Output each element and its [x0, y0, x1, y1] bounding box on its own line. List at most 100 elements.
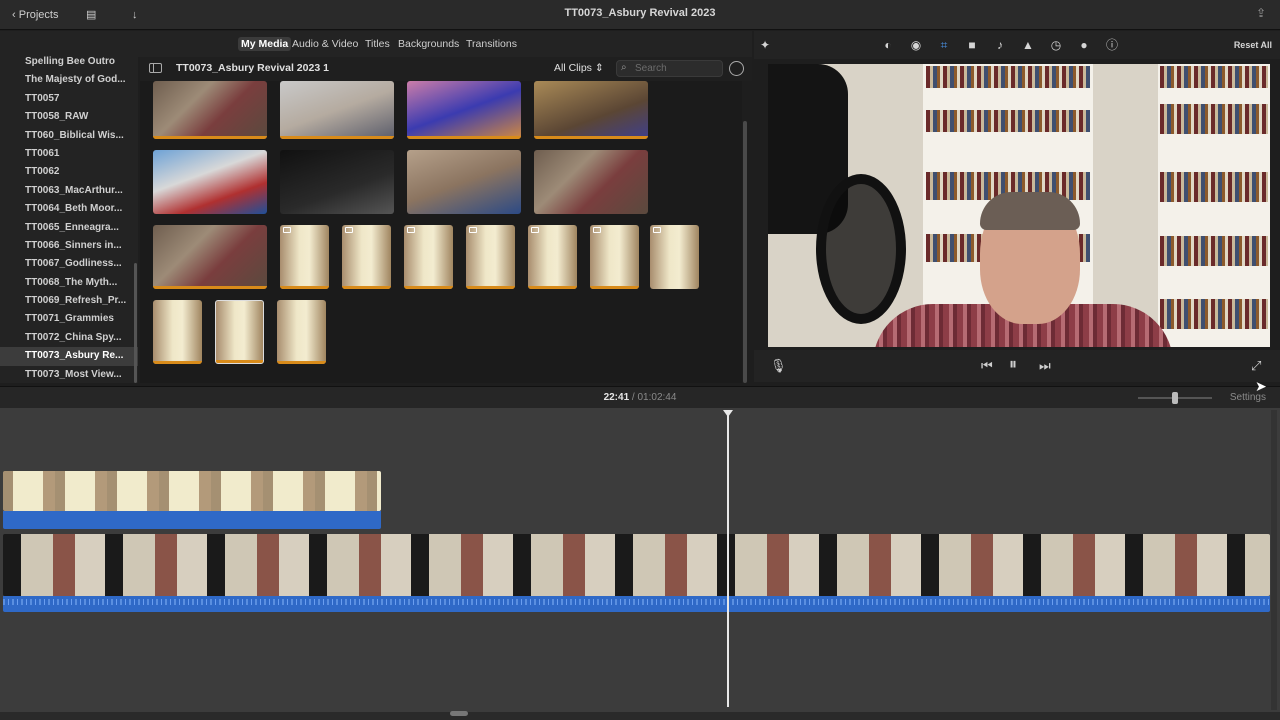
timeline-bottom-bar — [0, 712, 1280, 720]
zoom-slider-knob[interactable] — [1172, 392, 1178, 404]
current-time: 22:41 — [603, 392, 630, 403]
camera-icon — [593, 227, 601, 233]
library-item[interactable]: TT0067_Godliness... — [0, 255, 138, 273]
media-thumbnail[interactable] — [153, 81, 267, 139]
sidebar-toggle-icon[interactable] — [149, 63, 162, 73]
media-thumbnail[interactable] — [650, 225, 699, 289]
library-item[interactable]: TT0071_Grammies — [0, 310, 138, 328]
media-thumbnail[interactable] — [534, 150, 648, 214]
window-title: TT0073_Asbury Revival 2023 — [564, 7, 716, 19]
clip-filter-icon[interactable]: ● — [1077, 38, 1091, 52]
search-icon: ⌕ — [621, 62, 627, 73]
timeline-horizontal-scrollbar[interactable] — [450, 711, 468, 716]
library-item[interactable]: TT0073_Most View... — [0, 366, 138, 383]
media-thumbnail[interactable] — [280, 225, 329, 289]
microphone-icon[interactable]: 🎙︎ — [770, 358, 787, 374]
main-video-clip[interactable] — [3, 534, 1270, 596]
main-audio-waveform[interactable] — [3, 596, 1270, 612]
library-item[interactable]: TT0069_Refresh_Pr... — [0, 292, 138, 310]
presenter-hair — [980, 192, 1080, 230]
media-thumbnail[interactable] — [277, 300, 326, 364]
tab-my-media[interactable]: My Media — [238, 37, 292, 51]
tab-titles[interactable]: Titles — [362, 37, 393, 51]
library-item[interactable]: TT0057 — [0, 90, 138, 108]
media-thumbnail[interactable] — [407, 81, 521, 139]
magic-wand-icon[interactable]: ✦ — [758, 38, 772, 52]
library-item[interactable]: TT060_Biblical Wis... — [0, 127, 138, 145]
total-time: 01:02:44 — [637, 392, 677, 403]
overlay-audio-track[interactable] — [3, 511, 381, 529]
media-thumbnail[interactable] — [404, 225, 453, 289]
camera-icon — [653, 227, 661, 233]
library-item[interactable]: TT0072_China Spy... — [0, 329, 138, 347]
library-item[interactable]: Spelling Bee Outro — [0, 53, 138, 71]
library-item[interactable]: TT0065_Enneagra... — [0, 219, 138, 237]
library-item[interactable]: TT0066_Sinners in... — [0, 237, 138, 255]
speed-icon[interactable]: ◷ — [1049, 38, 1063, 52]
reset-all-button[interactable]: Reset All — [1234, 40, 1272, 50]
book-row — [1160, 299, 1268, 329]
tab-transitions[interactable]: Transitions — [463, 37, 520, 51]
library-scrollbar[interactable] — [134, 263, 137, 383]
book-row — [1160, 66, 1268, 88]
skip-back-icon[interactable]: ⏮︎ — [981, 358, 993, 374]
event-title: TT0073_Asbury Revival 2023 1 — [176, 62, 329, 74]
noise-reduction-icon[interactable]: ▲ — [1021, 38, 1035, 52]
timecode-display: 22:41 / 01:02:44 — [0, 392, 1280, 403]
timeline[interactable] — [0, 408, 1280, 712]
book-row — [1160, 172, 1268, 202]
browser-settings-icon[interactable] — [729, 61, 744, 76]
library-item-selected[interactable]: TT0073_Asbury Re... — [0, 347, 138, 366]
overlay-video-clip[interactable] — [3, 471, 381, 511]
book-row — [1160, 236, 1268, 266]
library-item[interactable]: TT0061 — [0, 145, 138, 163]
timeline-vertical-scrollbar[interactable] — [1271, 410, 1277, 710]
media-thumbnail-selected[interactable] — [215, 300, 264, 364]
media-thumbnail[interactable] — [466, 225, 515, 289]
pop-filter-prop — [816, 174, 906, 324]
media-thumbnail[interactable] — [528, 225, 577, 289]
library-item[interactable]: TT0062 — [0, 163, 138, 181]
pause-icon[interactable]: ⏸︎ — [1009, 356, 1017, 374]
share-icon[interactable]: ⇪ — [1256, 6, 1266, 20]
camera-icon — [283, 227, 291, 233]
media-thumbnail[interactable] — [534, 81, 648, 139]
playhead[interactable] — [727, 413, 729, 707]
media-thumbnail[interactable] — [342, 225, 391, 289]
color-correction-icon[interactable]: ◉ — [909, 38, 923, 52]
fullscreen-icon[interactable]: ⤢ — [1251, 358, 1261, 374]
media-thumbnail[interactable] — [590, 225, 639, 289]
media-thumbnail[interactable] — [153, 300, 202, 364]
media-thumbnail[interactable] — [280, 81, 394, 139]
video-viewer[interactable] — [768, 64, 1270, 347]
info-icon[interactable]: ⓘ — [1105, 38, 1119, 52]
tab-backgrounds[interactable]: Backgrounds — [395, 37, 462, 51]
media-thumbnail[interactable] — [153, 150, 267, 214]
media-thumbnail[interactable] — [153, 225, 267, 289]
media-browser-header: TT0073_Asbury Revival 2023 1 All Clips ⇕… — [140, 57, 752, 81]
clip-filter-dropdown[interactable]: All Clips ⇕ — [554, 62, 604, 74]
stabilization-icon[interactable]: ■ — [965, 38, 979, 52]
library-sidebar: Spelling Bee Outro The Majesty of God...… — [0, 53, 138, 383]
mouse-cursor-icon: ➤ — [1255, 378, 1267, 394]
camera-icon — [345, 227, 353, 233]
library-item[interactable]: The Majesty of God... — [0, 71, 138, 89]
library-item[interactable]: TT0064_Beth Moor... — [0, 200, 138, 218]
library-item[interactable]: TT0063_MacArthur... — [0, 182, 138, 200]
tab-audio-video[interactable]: Audio & Video — [289, 37, 361, 51]
color-balance-icon[interactable]: ◐ — [881, 38, 895, 52]
volume-icon[interactable]: ♪ — [993, 38, 1007, 52]
book-row — [1160, 104, 1268, 134]
search-input[interactable]: ⌕ Search — [616, 60, 723, 77]
book-row — [926, 110, 1090, 132]
media-scrollbar[interactable] — [743, 121, 747, 383]
updown-chevron-icon: ⇕ — [594, 62, 604, 74]
library-item[interactable]: TT0058_RAW — [0, 108, 138, 126]
skip-forward-icon[interactable]: ⏭︎ — [1039, 358, 1051, 374]
library-item[interactable]: TT0068_The Myth... — [0, 274, 138, 292]
timeline-header: 22:41 / 01:02:44 Settings — [0, 386, 1280, 408]
crop-icon[interactable]: ⌗ — [937, 38, 951, 52]
camera-icon — [469, 227, 477, 233]
media-thumbnail[interactable] — [407, 150, 521, 214]
media-thumbnail[interactable] — [280, 150, 394, 214]
